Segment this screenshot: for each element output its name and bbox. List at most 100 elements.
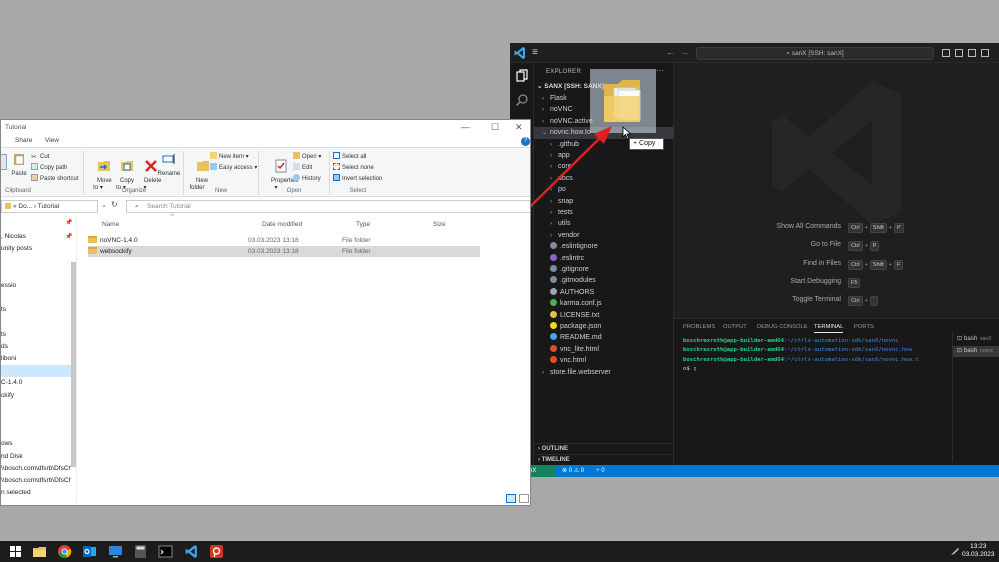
nav-item[interactable]: nd Disk <box>1 451 71 463</box>
nav-item[interactable] <box>1 292 71 304</box>
file-explorer-icon[interactable] <box>32 544 47 559</box>
panel-tab[interactable]: PORTS <box>854 324 874 330</box>
chrome-icon[interactable] <box>57 544 72 559</box>
large-icons-view-icon[interactable] <box>519 494 529 503</box>
open-button[interactable]: Open ▾ <box>293 152 321 162</box>
nav-item[interactable]: unity posts <box>1 243 71 255</box>
paste-button[interactable]: Paste <box>9 152 29 178</box>
new-folder-button[interactable]: New folder <box>186 152 210 199</box>
nav-item[interactable]: ows <box>1 438 71 450</box>
column-date-modified[interactable]: Date modified <box>262 221 302 228</box>
shortcut-row[interactable]: Toggle Terminal Ctrl + ` <box>674 296 999 308</box>
forward-arrow-icon[interactable]: → <box>680 47 689 57</box>
edit-button[interactable]: Edit <box>293 163 312 173</box>
nav-item[interactable] <box>1 402 71 414</box>
tray-pen-icon[interactable] <box>950 546 960 556</box>
close-button[interactable]: ✕ <box>515 122 523 133</box>
nav-item[interactable] <box>1 255 71 267</box>
tree-item[interactable]: LICENSE.txt <box>534 310 674 321</box>
copy-icon[interactable] <box>1 154 7 170</box>
tree-item[interactable]: vnc.html <box>534 355 674 366</box>
pdf-app-icon[interactable] <box>209 544 224 559</box>
nav-item[interactable] <box>1 414 71 426</box>
column-size[interactable]: Size <box>433 221 446 228</box>
panel-tab[interactable]: OUTPUT <box>723 324 747 330</box>
secondary-sidebar-icon[interactable] <box>981 49 989 57</box>
copy-path-button[interactable]: Copy path <box>31 163 67 173</box>
maximize-button[interactable]: ☐ <box>491 122 499 133</box>
pin-icon[interactable]: 📌 <box>65 233 72 240</box>
column-name[interactable]: Name <box>102 221 119 228</box>
outlook-icon[interactable] <box>82 544 97 559</box>
more-actions-icon[interactable]: ··· <box>656 66 664 75</box>
paste-shortcut-button[interactable]: Paste shortcut <box>31 174 78 184</box>
ports-indicator[interactable]: ⑂ 0 <box>596 465 605 477</box>
tree-item[interactable]: .gitmodules <box>534 275 674 286</box>
search-input[interactable]: ⌕ Search Tutorial <box>126 200 530 213</box>
nav-item[interactable]: liboni <box>1 353 71 365</box>
shortcut-row[interactable]: Show All Commands Ctrl + Shift + P <box>674 223 999 235</box>
shortcut-row[interactable]: Go to File Ctrl + P <box>674 241 999 253</box>
nav-item[interactable]: ckify <box>1 390 71 402</box>
command-center-search[interactable]: ⌕ sanX [SSH: sanX] <box>696 47 934 60</box>
nav-item[interactable] <box>1 365 71 378</box>
move-to-button[interactable]: Move to ▾ <box>87 152 112 199</box>
shortcut-row[interactable]: Find in Files Ctrl + Shift + F <box>674 259 999 272</box>
search-icon[interactable] <box>515 93 529 107</box>
column-type[interactable]: Type <box>356 221 370 228</box>
tree-item[interactable]: › store.file.webserver <box>534 367 674 378</box>
timeline-section[interactable]: › TIMELINE <box>534 454 674 465</box>
invert-selection-button[interactable]: Invert selection <box>333 174 382 184</box>
clock[interactable]: 13:23 03.03.2023 <box>962 543 995 559</box>
help-icon[interactable]: ? <box>521 137 530 146</box>
terminal-icon[interactable] <box>158 544 173 559</box>
tree-item[interactable]: README.md <box>534 332 674 343</box>
terminal-list-item[interactable]: ⊡ bash sanX <box>953 334 999 345</box>
address-bar[interactable]: « Do... › Tutorial <box>1 200 98 213</box>
explorer-files-icon[interactable] <box>515 69 529 83</box>
panel-tab[interactable]: PROBLEMS <box>683 324 715 330</box>
nav-item[interactable]: ts <box>1 304 71 316</box>
nav-item[interactable]: \\bosch.com\dfsrb\DfsCh <box>1 463 71 475</box>
nav-item[interactable]: , Nicolas <box>1 231 71 243</box>
minimize-button[interactable]: — <box>461 122 470 132</box>
vscode-taskbar-icon[interactable] <box>184 544 199 559</box>
table-row[interactable]: noVNC-1.4.0 03.03.2023 13:18 File folder <box>88 235 480 246</box>
outline-section[interactable]: › OUTLINE <box>534 443 674 454</box>
hamburger-menu-icon[interactable]: ≡ <box>532 47 544 59</box>
refresh-icon[interactable]: ↻ <box>111 200 118 209</box>
tree-item[interactable]: vnc_lite.html <box>534 344 674 355</box>
nav-item[interactable]: C-1.4.0 <box>1 377 71 389</box>
tab-view[interactable]: View <box>45 137 59 144</box>
tree-item[interactable]: package.json <box>534 321 674 332</box>
panel-tab[interactable]: TERMINAL <box>814 324 844 333</box>
tree-item[interactable]: karma.conf.js <box>534 298 674 309</box>
nav-item[interactable]: ds <box>1 341 71 353</box>
nav-item[interactable]: essio <box>1 280 71 292</box>
problems-indicator[interactable]: ⊗ 0 ⚠ 0 <box>562 465 584 477</box>
panel-toggle-icon[interactable] <box>968 49 976 57</box>
tree-item[interactable]: AUTHORS <box>534 287 674 298</box>
nav-item[interactable] <box>1 316 71 328</box>
calculator-icon[interactable] <box>133 544 148 559</box>
nav-item[interactable] <box>1 426 71 438</box>
select-all-button[interactable]: Select all <box>333 152 366 162</box>
rename-button[interactable]: Rename <box>157 152 181 178</box>
details-view-icon[interactable] <box>506 494 516 503</box>
layout-toggle-icon[interactable] <box>942 49 950 57</box>
shortcut-row[interactable]: Start Debugging F5 <box>674 277 999 290</box>
history-button[interactable]: History <box>293 174 321 184</box>
terminal-list-item[interactable]: ⊡ bash novnc <box>953 346 999 357</box>
select-none-button[interactable]: Select none <box>333 163 374 173</box>
remote-desktop-icon[interactable] <box>108 544 123 559</box>
windows-start-icon[interactable] <box>8 544 23 559</box>
nav-item[interactable]: ts <box>1 329 71 341</box>
tab-share[interactable]: Share <box>15 137 32 144</box>
back-arrow-icon[interactable]: ← <box>666 47 675 57</box>
nav-item[interactable]: \\bosch.com\dfsrb\DfsCh <box>1 475 71 487</box>
tree-item[interactable]: .gitignore <box>534 264 674 275</box>
table-row[interactable]: websockify 03.03.2023 13:18 File folder <box>88 246 480 257</box>
cut-button[interactable]: ✂ Cut <box>31 152 49 162</box>
address-dropdown-icon[interactable]: ⌄ <box>101 201 107 209</box>
new-item-button[interactable]: New item ▾ <box>210 152 249 162</box>
